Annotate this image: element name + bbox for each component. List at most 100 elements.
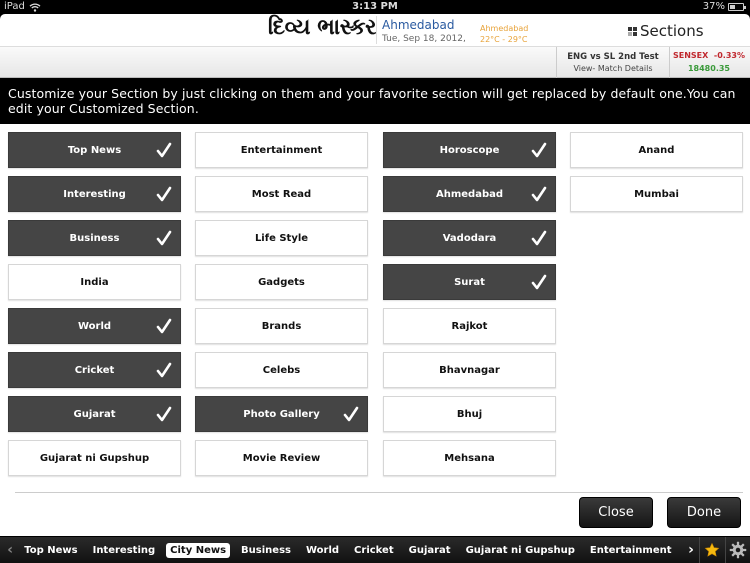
section-tile-label: Bhuj xyxy=(456,408,483,420)
section-tile-label: Surat xyxy=(454,276,485,288)
section-tile[interactable]: Vadodara xyxy=(383,220,556,256)
match-title: ENG vs SL 2nd Test xyxy=(567,52,659,62)
nav-tab[interactable]: Gujarat ni Gupshup xyxy=(462,543,579,558)
star-icon xyxy=(705,542,720,557)
current-city: Ahmedabad xyxy=(382,18,455,32)
section-tile[interactable]: Top News xyxy=(8,132,181,168)
checkmark-icon xyxy=(531,230,547,246)
section-tile[interactable]: Brands xyxy=(195,308,368,344)
status-bar: iPad 3:13 PM 37% xyxy=(0,0,750,14)
chevron-right-icon[interactable]: › xyxy=(683,542,700,558)
sections-label: Sections xyxy=(640,22,704,40)
app-logo[interactable]: દિવ્ય ભાસ્કર xyxy=(226,15,377,40)
section-tile-label: Gadgets xyxy=(258,276,305,288)
section-tile[interactable]: Ahmedabad xyxy=(383,176,556,212)
section-tile-label: Gujarat ni Gupshup xyxy=(39,452,150,464)
section-tile-label: Entertainment xyxy=(240,144,323,156)
nav-tab[interactable]: Top News xyxy=(20,543,81,558)
clock: 3:13 PM xyxy=(352,1,398,12)
section-tile-label: Cricket xyxy=(74,364,115,376)
section-tile-label: Brands xyxy=(261,320,302,332)
section-tile[interactable]: Most Read xyxy=(195,176,368,212)
close-button[interactable]: Close xyxy=(579,497,653,528)
nav-tab[interactable]: Entertainment xyxy=(586,543,676,558)
header-divider xyxy=(376,16,377,44)
section-tile-label: Mumbai xyxy=(634,188,679,200)
nav-tab[interactable]: Business xyxy=(237,543,295,558)
nav-tab[interactable]: Cricket xyxy=(350,543,398,558)
nav-tab[interactable]: City News xyxy=(166,542,231,558)
section-tile-label: World xyxy=(77,320,112,332)
weather-temperature: 22°C - 29°C xyxy=(480,35,528,44)
section-tile[interactable]: Life Style xyxy=(195,220,368,256)
section-tile[interactable]: Anand xyxy=(570,132,743,168)
sensex-label: SENSEX xyxy=(673,51,709,60)
section-tile[interactable]: Photo Gallery xyxy=(195,396,368,432)
nav-tab[interactable]: Gujarat xyxy=(405,543,455,558)
section-tile[interactable]: Bhuj xyxy=(383,396,556,432)
checkmark-icon xyxy=(156,230,172,246)
current-date: Tue, Sep 18, 2012, xyxy=(382,34,466,44)
checkmark-icon xyxy=(156,142,172,158)
section-tile[interactable]: Mumbai xyxy=(570,176,743,212)
section-tile[interactable]: Gujarat ni Gupshup xyxy=(8,440,181,476)
sections-button[interactable]: Sections xyxy=(628,22,704,40)
nav-tab[interactable]: Interesting xyxy=(89,543,160,558)
section-tile[interactable]: World xyxy=(8,308,181,344)
section-picker: Top News Interesting Business India World Cri… xyxy=(0,124,750,536)
section-tile[interactable]: Gujarat xyxy=(8,396,181,432)
section-tile[interactable]: Gadgets xyxy=(195,264,368,300)
section-tile[interactable]: Mehsana xyxy=(383,440,556,476)
section-tile-label: Celebs xyxy=(262,364,301,376)
sensex-value: 18480.35 xyxy=(687,64,730,73)
section-tile-label: Bhavnagar xyxy=(439,364,500,376)
section-tile-label: Vadodara xyxy=(442,232,497,244)
sensex-widget[interactable]: SENSEX -0.33% 18480.35 xyxy=(672,51,746,73)
section-tile-label: India xyxy=(80,276,109,288)
match-details-link[interactable]: View- Match Details xyxy=(557,64,669,73)
section-tile[interactable]: Rajkot xyxy=(383,308,556,344)
sensex-change: -0.33% xyxy=(713,51,745,60)
section-tile-label: Mehsana xyxy=(444,452,495,464)
customize-instructions: Customize your Section by just clicking … xyxy=(0,80,750,124)
section-tile[interactable]: Cricket xyxy=(8,352,181,388)
bottom-nav: ‹ Top News Interesting City News Business Wo… xyxy=(0,537,750,563)
ticker-bar: ENG vs SL 2nd Test View- Match Details S… xyxy=(0,47,750,78)
match-widget[interactable]: ENG vs SL 2nd Test View- Match Details xyxy=(556,47,670,78)
chevron-left-icon[interactable]: ‹ xyxy=(0,542,20,558)
section-tile[interactable]: Celebs xyxy=(195,352,368,388)
nav-items: Top News Interesting City News Business Worl… xyxy=(20,542,682,558)
section-tile[interactable]: Movie Review xyxy=(195,440,368,476)
section-tile-label: Life Style xyxy=(254,232,309,244)
settings-button[interactable] xyxy=(726,537,750,563)
section-tile-label: Photo Gallery xyxy=(243,408,320,420)
section-tile-label: Most Read xyxy=(251,188,312,200)
grid-icon xyxy=(628,26,637,36)
section-tile[interactable]: India xyxy=(8,264,181,300)
section-tile[interactable]: Bhavnagar xyxy=(383,352,556,388)
favorites-button[interactable] xyxy=(700,537,724,563)
checkmark-icon xyxy=(156,186,172,202)
checkmark-icon xyxy=(531,142,547,158)
section-tile-label: Movie Review xyxy=(242,452,321,464)
section-tile-label: Interesting xyxy=(63,188,126,200)
checkmark-icon xyxy=(156,406,172,422)
footer-divider xyxy=(15,492,743,493)
checkmark-icon xyxy=(343,406,359,422)
section-tile[interactable]: Surat xyxy=(383,264,556,300)
section-tile-label: Horoscope xyxy=(439,144,500,156)
battery-percent: 37% xyxy=(702,1,725,12)
section-tile-label: Anand xyxy=(638,144,675,156)
weather-city: Ahmedabad xyxy=(480,24,529,33)
section-tile[interactable]: Horoscope xyxy=(383,132,556,168)
checkmark-icon xyxy=(156,362,172,378)
section-tile[interactable]: Business xyxy=(8,220,181,256)
section-tile-label: Gujarat xyxy=(73,408,116,420)
section-tile-label: Top News xyxy=(67,144,122,156)
done-button[interactable]: Done xyxy=(667,497,741,528)
section-tile[interactable]: Entertainment xyxy=(195,132,368,168)
nav-tab[interactable]: World xyxy=(302,543,343,558)
checkmark-icon xyxy=(156,318,172,334)
gear-icon xyxy=(729,541,746,559)
section-tile[interactable]: Interesting xyxy=(8,176,181,212)
